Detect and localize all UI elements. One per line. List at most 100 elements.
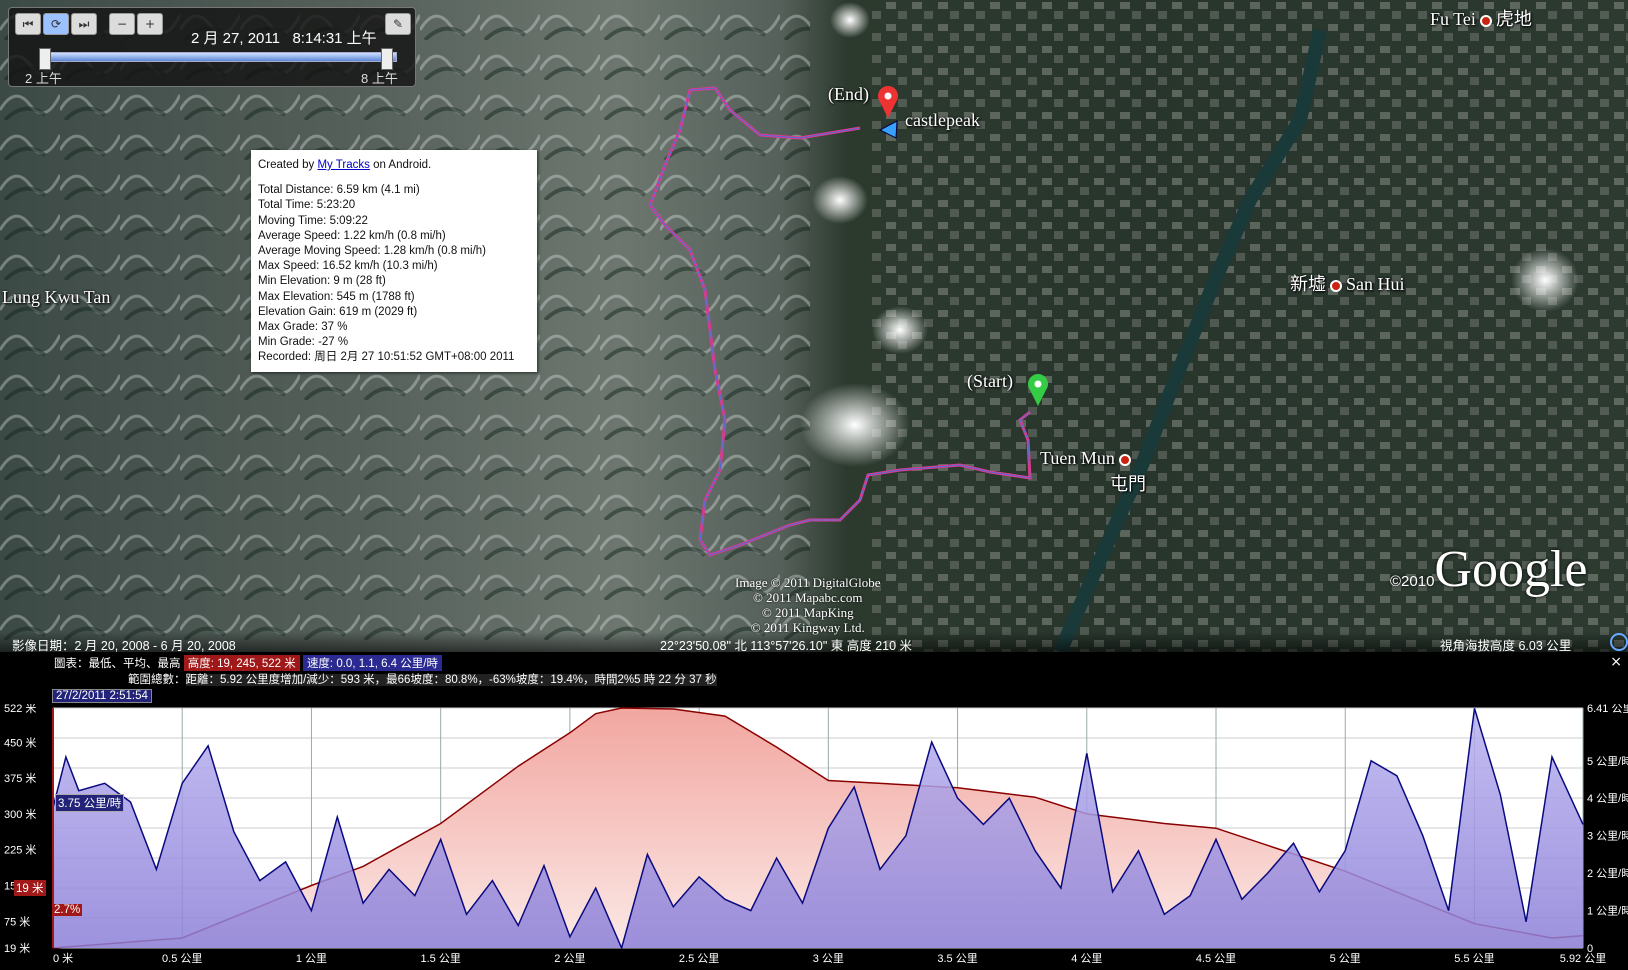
- place-tuen-mun[interactable]: Tuen Mun: [1040, 448, 1135, 469]
- place-dot-icon: [1330, 279, 1342, 292]
- stat-line: Min Grade: -27 %: [258, 336, 349, 349]
- place-dot-icon: [1479, 14, 1492, 27]
- right-tick-label: 1 公里/時: [1587, 905, 1628, 918]
- left-tick-label: 375 米: [4, 772, 36, 785]
- stat-line: Moving Time: 5:09:22: [258, 214, 368, 227]
- place-tuen-mun-zh: 屯門: [1110, 474, 1146, 494]
- right-tick-label: 2 公里/時: [1587, 867, 1628, 880]
- copyright-line: Image © 2011 DigitalGlobe: [735, 575, 881, 590]
- range-end-handle[interactable]: [381, 48, 393, 70]
- left-tick-label: 225 米: [4, 844, 36, 857]
- zoom-in-icon[interactable]: +: [137, 13, 163, 35]
- start-label: (Start): [967, 371, 1013, 391]
- x-tick-label: 4.5 公里: [1196, 952, 1236, 965]
- stat-line: Max Grade: 37 %: [258, 321, 348, 334]
- map-status-bar: 影像日期：2 月 20, 2008 - 6 月 20, 2008 22°23'5…: [0, 632, 1628, 652]
- stat-line: Min Elevation: 9 m (28 ft): [258, 275, 386, 288]
- left-tick-label: 522 米: [4, 704, 36, 715]
- place-label: Tuen Mun: [1040, 448, 1115, 468]
- speed-legend-tag[interactable]: 速度: 0.0, 1.1, 6.4 公里/時: [302, 655, 442, 671]
- stat-line: Average Speed: 1.22 km/h (0.8 mi/h): [258, 229, 446, 242]
- stat-line: Elevation Gain: 619 m (2029 ft): [258, 305, 418, 318]
- profile-legend: 圖表：最低、平均、最高 高度: 19, 245, 522 米 速度: 0.0, …: [54, 655, 442, 671]
- range-start-handle[interactable]: [39, 48, 51, 70]
- satellite-map[interactable]: Fu Tei 虎地 (End) castlepeak Lung Kwu Tan 新…: [0, 0, 1628, 652]
- skip-back-icon[interactable]: ⏮: [15, 13, 41, 35]
- elevation-speed-chart[interactable]: 0 米 0.5 公里 1 公里 1.5 公里 2 公里 2.5 公里 3 公里 3.5 公里 4…: [0, 704, 1628, 970]
- cursor-speed-label: 3.75 公里/時: [55, 794, 125, 812]
- close-icon[interactable]: ×: [1610, 654, 1622, 670]
- cursor-grade-label: 2.7%: [52, 904, 83, 916]
- google-logo: ©2010Google: [1390, 540, 1588, 599]
- place-label: San Hui: [1346, 274, 1405, 294]
- place-label-zh: 虎地: [1495, 9, 1532, 29]
- legend-prefix: 圖表：最低、平均、最高: [54, 658, 181, 670]
- created-by-prefix: Created by: [258, 159, 315, 171]
- x-tick-label: 5.92 公里: [1560, 952, 1606, 965]
- status-indicator-icon: [1610, 633, 1628, 651]
- x-tick-label: 2 公里: [554, 952, 585, 965]
- x-tick-label: 1.5 公里: [420, 952, 460, 965]
- google-wordmark: Google: [1434, 541, 1588, 598]
- date-text: 2 月 27, 2011: [191, 30, 280, 47]
- place-lung-kwu-tan[interactable]: Lung Kwu Tan: [2, 287, 110, 308]
- right-tick-label: 3 公里/時: [1587, 830, 1628, 843]
- current-time-label: 2 月 27, 2011 8:14:31 上午: [191, 27, 377, 48]
- right-tick-label: 6.41 公里: [1587, 704, 1628, 715]
- stat-line: Max Elevation: 545 m (1788 ft): [258, 290, 415, 303]
- cursor-timestamp: 27/2/2011 2:51:54: [52, 689, 152, 703]
- place-label-zh: 新墟: [1290, 274, 1326, 294]
- castlepeak-label[interactable]: castlepeak: [905, 110, 980, 131]
- left-tick-label: 450 米: [4, 736, 36, 749]
- place-san-hui[interactable]: 新墟 San Hui: [1290, 270, 1405, 296]
- google-year: ©2010: [1390, 573, 1435, 590]
- range-end-label: 8 上午: [361, 71, 398, 86]
- time-text: 8:14:31 上午: [292, 30, 377, 47]
- track-info-balloon: Created by My Tracks on Android. Total D…: [251, 150, 537, 372]
- left-tick-label: 19 米: [4, 942, 30, 955]
- x-tick-label: 1 公里: [296, 952, 327, 965]
- zoom-out-icon[interactable]: −: [109, 13, 135, 35]
- imagery-copyright: Image © 2011 DigitalGlobe © 2011 Mapabc.…: [735, 575, 881, 635]
- place-fu-tei[interactable]: Fu Tei 虎地: [1430, 5, 1532, 31]
- created-by-suffix: on Android.: [373, 159, 432, 171]
- stat-line: Total Distance: 6.59 km (4.1 mi): [258, 184, 420, 197]
- x-tick-label: 3.5 公里: [937, 952, 977, 965]
- terrain-imagery: [0, 0, 1628, 652]
- left-tick-label: 75 米: [4, 915, 30, 928]
- eye-altitude: 視角海拔高度 6.03 公里: [1440, 639, 1572, 652]
- range-start-label: 2 上午: [25, 71, 62, 86]
- place-label: Fu Tei: [1430, 9, 1476, 29]
- left-tick-label: 300 米: [4, 808, 36, 821]
- skip-forward-icon[interactable]: ⏭: [71, 13, 97, 35]
- wrench-icon[interactable]: ✎: [385, 13, 411, 35]
- imagery-date: 影像日期：2 月 20, 2008 - 6 月 20, 2008: [12, 639, 236, 652]
- x-tick-label: 5 公里: [1330, 952, 1361, 965]
- x-tick-label: 4 公里: [1071, 952, 1102, 965]
- time-slider-panel: ⏮ ⟳ ⏭ − + ✎ 2 月 27, 2011 8:14:31 上午 2 上午…: [8, 7, 416, 87]
- x-tick-label: 2.5 公里: [679, 952, 719, 965]
- time-range-bar[interactable]: [41, 52, 397, 62]
- cursor-coordinates: 22°23'50.08" 北 113°57'26.10" 東 高度 210 米: [660, 639, 913, 652]
- stat-line: Total Time: 5:23:20: [258, 199, 356, 212]
- stat-line: Recorded: 周日 2月 27 10:51:52 GMT+08:00 20…: [258, 351, 515, 364]
- range-stats-prefix: 範圍總數：: [128, 674, 186, 686]
- my-tracks-link[interactable]: My Tracks: [317, 159, 369, 171]
- right-tick-label: 5 公里/時: [1587, 755, 1628, 768]
- stat-line: Average Moving Speed: 1.28 km/h (0.8 mi/…: [258, 245, 486, 258]
- elevation-legend-tag[interactable]: 高度: 19, 245, 522 米: [183, 655, 300, 671]
- right-tick-label: 0: [1587, 943, 1593, 955]
- elevation-profile-panel: × 圖表：最低、平均、最高 高度: 19, 245, 522 米 速度: 0.0…: [0, 652, 1628, 970]
- stat-line: Max Speed: 16.52 km/h (10.3 mi/h): [258, 260, 438, 273]
- x-tick-label: 0.5 公里: [162, 952, 202, 965]
- copyright-line: © 2011 Mapabc.com: [753, 590, 863, 605]
- x-tick-label: 5.5 公里: [1454, 952, 1494, 965]
- created-by-line: Created by My Tracks on Android.: [258, 158, 530, 173]
- copyright-line: © 2011 MapKing: [761, 605, 854, 620]
- range-stats-line: 範圍總數：距離：5.92 公里度增加/減少：593 米，最66坡度：80.8%，…: [128, 671, 717, 687]
- cursor-elevation-label: 19 米: [14, 880, 46, 896]
- x-tick-label: 3 公里: [813, 952, 844, 965]
- range-stats: 距離：5.92 公里度增加/減少：593 米，最66坡度：80.8%，-63%坡…: [185, 674, 717, 686]
- x-tick-label: 0 米: [53, 952, 73, 965]
- play-icon[interactable]: ⟳: [43, 13, 69, 35]
